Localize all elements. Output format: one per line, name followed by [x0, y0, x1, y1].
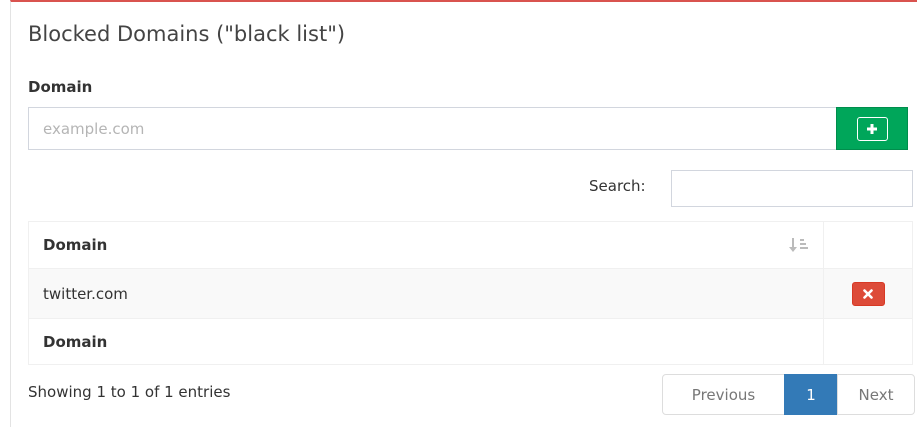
action-column-footer	[823, 318, 913, 365]
search-label: Search:	[589, 177, 646, 195]
previous-page-button[interactable]: Previous	[662, 374, 785, 415]
domain-input[interactable]	[28, 107, 837, 150]
domain-cell: twitter.com	[27, 268, 825, 319]
page-1-button[interactable]: 1	[784, 374, 838, 415]
pagination: Previous 1 Next	[662, 374, 915, 415]
entries-info: Showing 1 to 1 of 1 entries	[28, 383, 231, 401]
panel-title: Blocked Domains ("black list")	[28, 22, 346, 46]
plus-icon	[867, 123, 877, 134]
action-cell	[823, 268, 913, 319]
next-page-button[interactable]: Next	[837, 374, 915, 415]
domain-field-label: Domain	[28, 78, 93, 96]
add-domain-button[interactable]	[856, 116, 888, 141]
action-column-header	[823, 221, 913, 269]
blocked-domains-panel: Blocked Domains ("black list") Domain Se…	[10, 0, 917, 427]
domain-header-label: Domain	[43, 236, 108, 254]
delete-domain-button[interactable]	[851, 281, 885, 306]
sort-alpha-icon	[789, 237, 809, 253]
close-icon	[863, 288, 873, 299]
domain-column-header[interactable]: Domain	[27, 221, 825, 269]
domains-table: Domain twitter.com Domain	[27, 221, 913, 365]
domain-column-footer: Domain	[27, 318, 825, 365]
search-input[interactable]	[671, 170, 913, 207]
table-row: twitter.com	[27, 268, 913, 319]
add-domain-container	[836, 107, 908, 150]
